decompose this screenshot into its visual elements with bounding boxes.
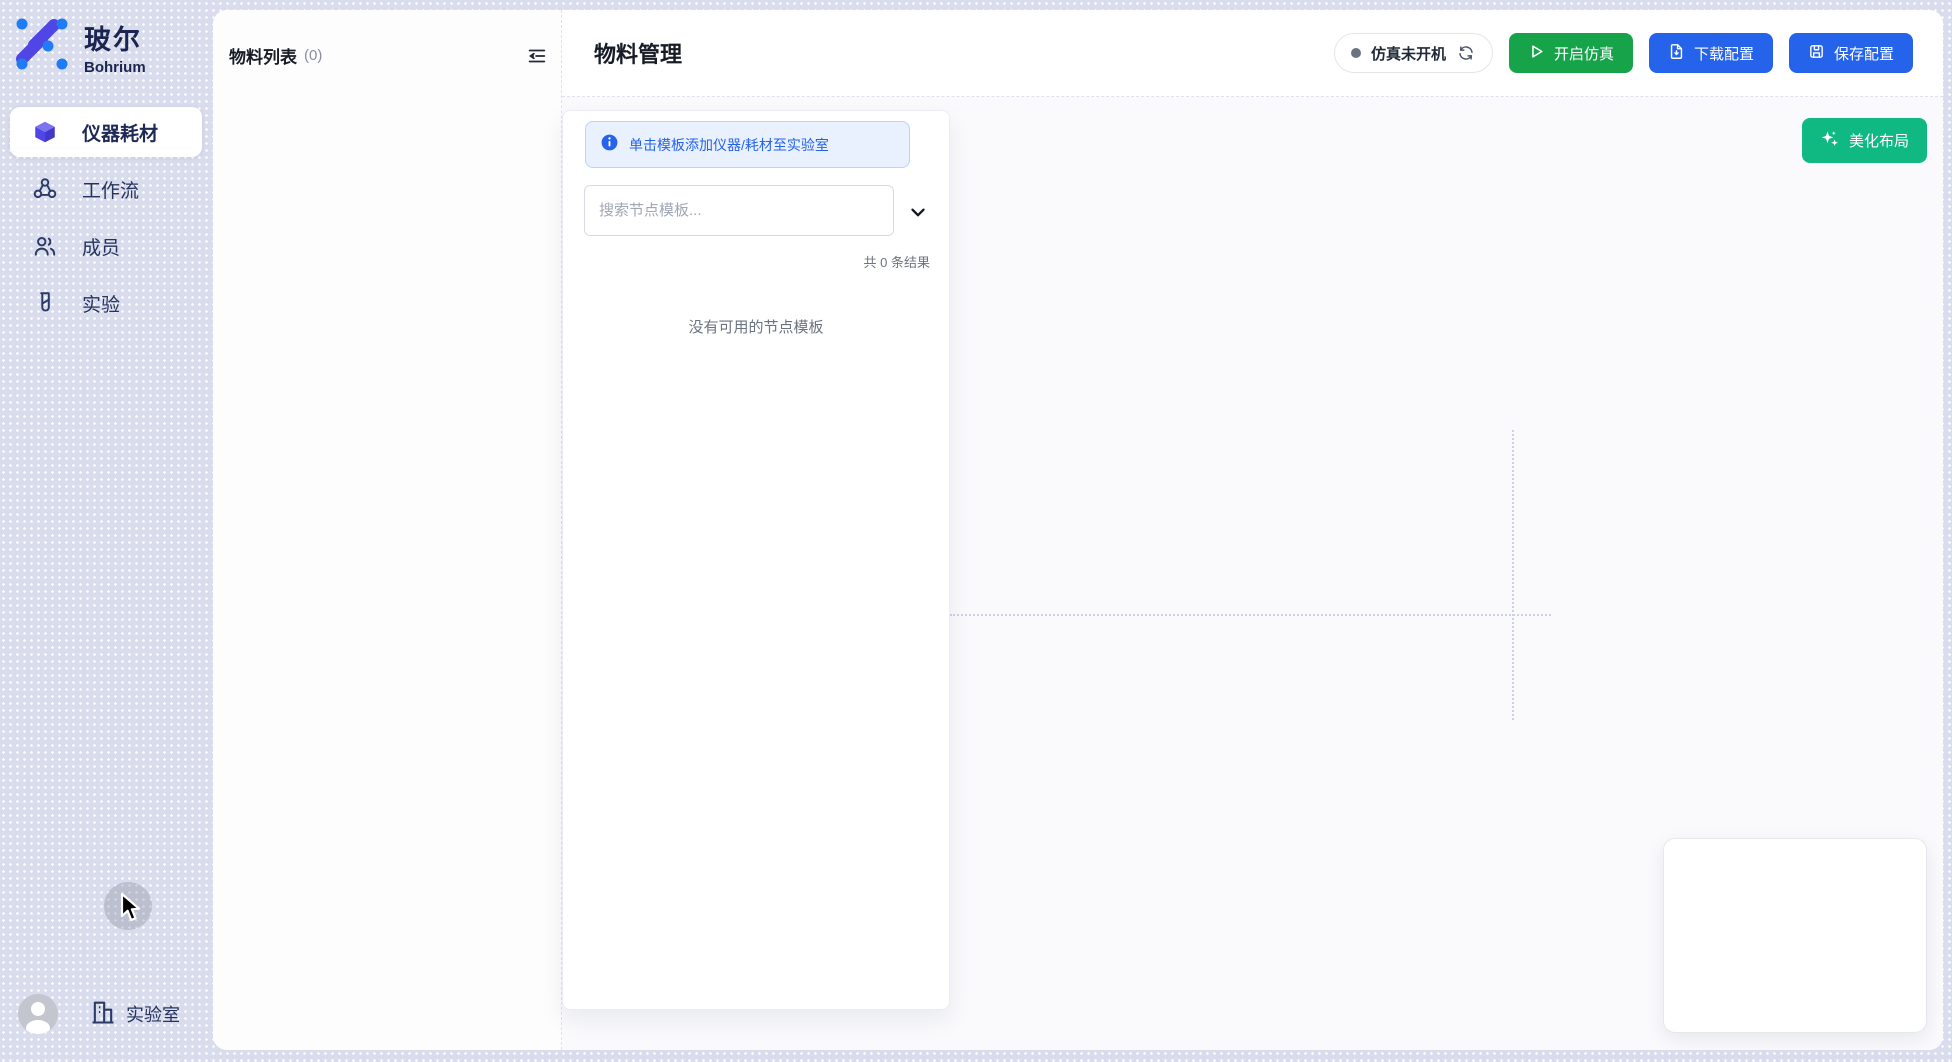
- material-list-title: 物料列表: [229, 43, 297, 68]
- save-config-label: 保存配置: [1834, 43, 1894, 64]
- download-config-label: 下载配置: [1694, 43, 1754, 64]
- info-icon: [600, 133, 619, 157]
- alignment-guide-horizontal: [950, 614, 1551, 616]
- sidebar-item-label: 成员: [82, 233, 120, 260]
- sparkles-icon: [1820, 129, 1840, 153]
- minimap-panel[interactable]: [1663, 838, 1927, 1033]
- status-dot-icon: [1351, 48, 1361, 58]
- material-list-count: (0): [304, 47, 322, 64]
- download-config-button[interactable]: 下载配置: [1649, 33, 1773, 73]
- sidebar-item-members[interactable]: 成员: [10, 221, 202, 271]
- start-simulation-button[interactable]: 开启仿真: [1509, 33, 1633, 73]
- results-count: 共 0 条结果: [585, 252, 930, 271]
- main-card: 物料列表 (0) 物料管理 仿真未开机: [213, 10, 1943, 1050]
- template-hint-text: 单击模板添加仪器/耗材至实验室: [629, 135, 829, 155]
- brand-name-cn: 玻尔: [84, 18, 146, 57]
- lab-entry[interactable]: 实验室: [89, 998, 180, 1031]
- material-list-header: 物料列表 (0): [229, 43, 549, 68]
- status-label: 仿真未开机: [1371, 43, 1446, 64]
- bohrium-logo-icon: [15, 16, 71, 77]
- search-template-input[interactable]: [584, 185, 894, 236]
- start-simulation-label: 开启仿真: [1554, 43, 1614, 64]
- experiment-icon: [32, 290, 58, 316]
- avatar[interactable]: [18, 994, 58, 1034]
- collapse-panel-button[interactable]: [525, 44, 549, 68]
- page-title: 物料管理: [594, 37, 682, 69]
- building-icon: [89, 998, 117, 1031]
- chevron-down-icon[interactable]: [907, 201, 929, 223]
- empty-templates-text: 没有可用的节点模板: [563, 316, 949, 337]
- sidebar-item-label: 仪器耗材: [82, 119, 158, 146]
- flow-canvas[interactable]: 单击模板添加仪器/耗材至实验室 共 0 条结果 没有可用的节点模板 美化布局: [562, 97, 1943, 1050]
- node-template-panel: 单击模板添加仪器/耗材至实验室 共 0 条结果 没有可用的节点模板: [562, 110, 950, 1010]
- save-config-button[interactable]: 保存配置: [1789, 33, 1913, 73]
- file-download-icon: [1668, 43, 1685, 64]
- sidebar-item-label: 实验: [82, 290, 120, 317]
- sidebar-item-experiment[interactable]: 实验: [10, 278, 202, 328]
- material-list-panel: 物料列表 (0): [213, 10, 562, 1050]
- mouse-cursor-icon: [119, 893, 145, 928]
- template-hint-banner[interactable]: 单击模板添加仪器/耗材至实验室: [585, 121, 910, 168]
- sidebar-item-workflow[interactable]: 工作流: [10, 164, 202, 214]
- lab-label: 实验室: [126, 1001, 180, 1027]
- sidebar-item-instruments[interactable]: 仪器耗材: [10, 107, 202, 157]
- simulation-status-pill[interactable]: 仿真未开机: [1334, 33, 1493, 73]
- sidebar-nav: 仪器耗材 工作流 成员: [10, 107, 202, 335]
- workflow-icon: [32, 176, 58, 202]
- sidebar-footer: 实验室: [18, 994, 180, 1034]
- alignment-guide-vertical: [1512, 430, 1514, 720]
- beautify-layout-button[interactable]: 美化布局: [1802, 118, 1927, 163]
- sidebar: 玻尔 Bohrium 仪器耗材: [0, 0, 213, 1062]
- sidebar-item-label: 工作流: [82, 176, 139, 203]
- beautify-layout-label: 美化布局: [1849, 130, 1909, 151]
- cube-icon: [32, 119, 58, 145]
- page-header: 物料管理 仿真未开机: [562, 10, 1943, 97]
- refresh-icon[interactable]: [1456, 43, 1476, 63]
- save-icon: [1808, 43, 1825, 64]
- brand-logo: 玻尔 Bohrium: [15, 16, 146, 77]
- members-icon: [32, 233, 58, 259]
- play-icon: [1528, 43, 1545, 64]
- header-actions: 仿真未开机 开启仿真: [1334, 33, 1913, 73]
- brand-name-en: Bohrium: [84, 59, 146, 76]
